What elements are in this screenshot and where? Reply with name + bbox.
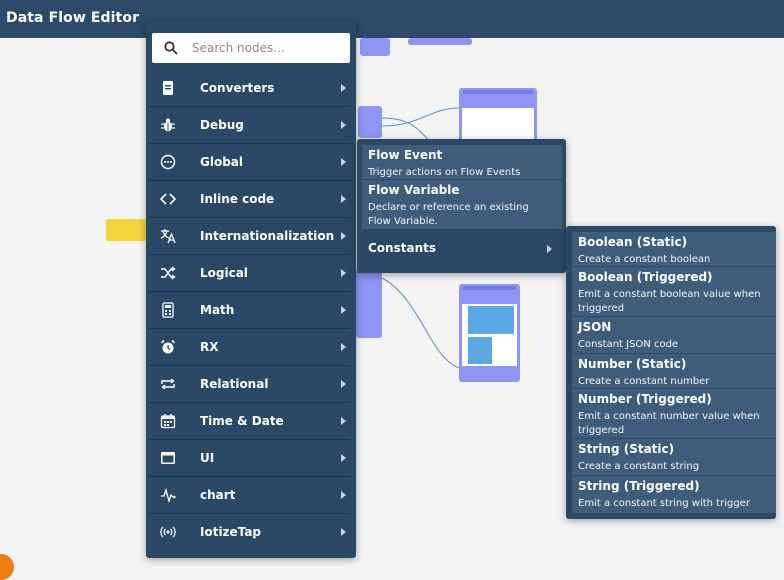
constant-item-desc: Create a constant number [578,376,710,387]
submenu-item-desc: Declare or reference an existing Flow Va… [368,202,529,227]
submenu-arrow-icon [341,84,346,92]
constant-item-title: Boolean (Triggered) [578,270,713,284]
constant-item-title: String (Static) [578,442,675,456]
bug-icon [161,118,175,132]
constants-submenu: Boolean (Static) Create a constant boole… [566,226,776,519]
constant-item-number-triggered[interactable]: Number (Triggered) Emit a constant numbe… [572,389,776,438]
submenu-arrow-icon [341,269,346,277]
submenu-item-title: Flow Variable [368,183,460,197]
menu-item-label: Inline code [200,192,275,206]
submenu-arrow-icon [341,491,346,499]
menu-item-label: Global [200,155,244,169]
calendar-icon [160,414,176,429]
menu-item-label: RX [200,340,219,354]
submenu-item-desc: Trigger actions on Flow Events [368,167,521,178]
repeat-icon [161,378,175,390]
menu-item-label: Relational [200,377,269,391]
constant-item-desc: Create a constant string [578,461,700,472]
global-submenu: Flow Event Trigger actions on Flow Event… [357,139,566,273]
submenu-arrow-icon [341,121,346,129]
radio-waves-icon [160,526,176,538]
menu-item-label: Logical [200,266,248,280]
submenu-arrow-icon [341,158,346,166]
submenu-arrow-icon [341,232,346,240]
menu-item-math[interactable]: Math [148,292,350,329]
document-icon [163,81,173,95]
menu-item-label: Debug [200,118,244,132]
constant-item-title: Number (Triggered) [578,392,712,406]
constant-item-desc: Create a constant boolean [578,254,711,265]
submenu-item-title: Flow Event [368,148,443,162]
menu-item-relational[interactable]: Relational [148,366,350,403]
menu-item-label: UI [200,451,215,465]
constant-item-number-static[interactable]: Number (Static) Create a constant number [572,354,776,388]
constant-item-boolean-static[interactable]: Boolean (Static) Create a constant boole… [572,232,776,266]
submenu-arrow-icon [341,306,346,314]
search-icon [164,41,178,55]
code-brackets-icon [160,193,176,205]
constant-item-string-static[interactable]: String (Static) Create a constant string [572,439,776,475]
submenu-arrow-icon [341,380,346,388]
menu-item-debug[interactable]: Debug [148,107,350,144]
menu-item-iotizetap[interactable]: IotizeTap [148,514,350,550]
submenu-item-title: Constants [368,241,436,255]
menu-item-label: chart [200,488,236,502]
pulse-icon [161,487,176,503]
submenu-arrow-icon [341,417,346,425]
shuffle-icon [161,266,176,280]
menu-item-logical[interactable]: Logical [148,255,350,292]
constant-item-desc: Emit a constant string with trigger [578,498,750,509]
submenu-item-constants[interactable]: Constants [362,230,562,268]
submenu-item-flow-variable[interactable]: Flow Variable Declare or reference an ex… [362,180,562,229]
menu-item-chart[interactable]: chart [148,477,350,514]
constant-item-title: String (Triggered) [578,479,700,493]
title-bar: Data Flow Editor [0,0,784,38]
window-icon [161,452,175,464]
ellipsis-circle-icon [160,154,176,170]
menu-item-ui[interactable]: UI [148,440,350,477]
menu-item-label: Internationalization [200,229,335,243]
constant-item-desc: Emit a constant boolean value when trigg… [578,289,761,314]
constant-item-title: Boolean (Static) [578,235,688,249]
submenu-arrow-icon [341,343,346,351]
menu-item-internationalization[interactable]: Internationalization [148,218,350,255]
menu-item-label: Time & Date [200,414,284,428]
constant-item-desc: Emit a constant number value when trigge… [578,411,760,436]
menu-item-time-date[interactable]: Time & Date [148,403,350,440]
constant-item-title: JSON [578,320,612,334]
submenu-arrow-icon [341,454,346,462]
menu-item-converters[interactable]: Converters [148,70,350,107]
calculator-icon [162,302,174,318]
constant-item-json[interactable]: JSON Constant JSON code [572,317,776,353]
category-list: Converters Debug Global Inline code Inte… [146,70,356,550]
translate-icon [160,229,176,244]
constant-item-string-triggered[interactable]: String (Triggered) Emit a constant strin… [572,476,776,513]
app-title: Data Flow Editor [6,10,140,26]
submenu-arrow-icon [341,528,346,536]
search-box [152,33,350,63]
submenu-item-flow-event[interactable]: Flow Event Trigger actions on Flow Event… [362,145,562,179]
constant-item-boolean-triggered[interactable]: Boolean (Triggered) Emit a constant bool… [572,267,776,316]
submenu-arrow-icon [341,195,346,203]
constant-item-desc: Constant JSON code [578,339,679,350]
menu-item-label: Math [200,303,235,317]
menu-item-label: Converters [200,81,275,95]
menu-item-inline-code[interactable]: Inline code [148,181,350,218]
alarm-clock-icon [160,339,176,354]
menu-item-label: IotizeTap [200,525,262,539]
menu-item-rx[interactable]: RX [148,329,350,366]
submenu-arrow-icon [547,245,552,253]
constant-item-title: Number (Static) [578,357,687,371]
menu-item-global[interactable]: Global [148,144,350,181]
search-input[interactable] [192,39,342,57]
node-menu: Converters Debug Global Inline code Inte… [146,22,356,558]
